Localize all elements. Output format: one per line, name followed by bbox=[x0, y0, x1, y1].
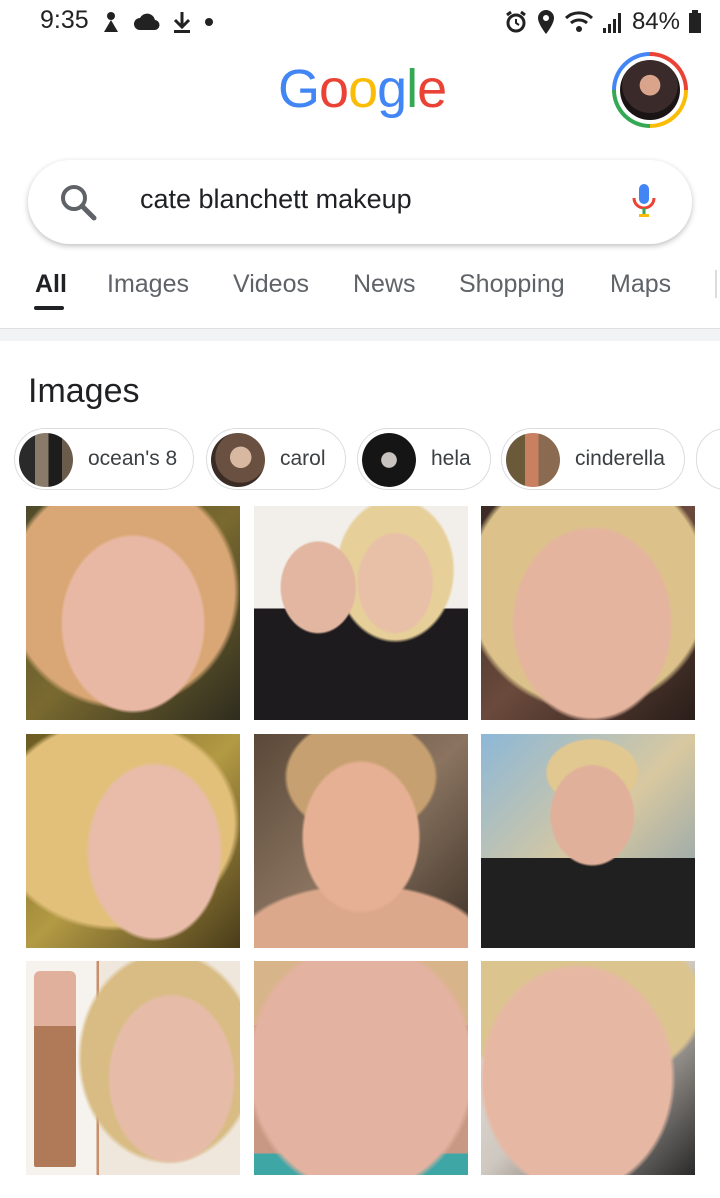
avatar-photo bbox=[620, 60, 680, 120]
search-tabs: All Images Videos News Shopping Maps bbox=[0, 256, 720, 326]
google-logo-letter: e bbox=[417, 59, 447, 119]
image-result[interactable] bbox=[26, 961, 240, 1175]
image-result[interactable] bbox=[254, 506, 468, 720]
chip-oceans-8[interactable]: ocean's 8 bbox=[14, 428, 194, 490]
google-logo-letter: o bbox=[348, 59, 378, 119]
chip-thumbnail bbox=[362, 433, 416, 487]
tab-images[interactable]: Images bbox=[107, 270, 189, 299]
tab-shopping[interactable]: Shopping bbox=[459, 270, 565, 299]
image-result[interactable] bbox=[481, 961, 695, 1175]
notification-icon bbox=[104, 12, 118, 32]
battery-icon bbox=[689, 10, 701, 33]
chip-partial[interactable] bbox=[696, 428, 720, 490]
refinement-chips: ocean's 8 carol hela cinderella bbox=[14, 428, 720, 492]
google-logo-letter: g bbox=[377, 59, 407, 119]
google-logo-letter: l bbox=[406, 59, 418, 119]
active-tab-indicator bbox=[34, 306, 64, 310]
search-icon[interactable] bbox=[58, 182, 98, 222]
download-icon bbox=[173, 12, 191, 33]
chip-label: carol bbox=[280, 447, 326, 470]
status-left-icons bbox=[100, 10, 214, 34]
chip-cinderella[interactable]: cinderella bbox=[501, 428, 685, 490]
signal-icon bbox=[602, 13, 621, 33]
image-result[interactable] bbox=[254, 734, 468, 948]
chip-carol[interactable]: carol bbox=[206, 428, 346, 490]
images-section-title: Images bbox=[28, 372, 140, 410]
tab-videos[interactable]: Videos bbox=[233, 270, 309, 299]
more-tabs-edge bbox=[715, 270, 717, 298]
wifi-icon bbox=[564, 11, 593, 32]
chip-hela[interactable]: hela bbox=[357, 428, 491, 490]
search-query[interactable]: cate blanchett makeup bbox=[140, 184, 412, 215]
image-result[interactable] bbox=[26, 734, 240, 948]
microphone-icon[interactable] bbox=[630, 182, 658, 222]
location-icon bbox=[537, 10, 554, 34]
section-divider bbox=[0, 328, 720, 341]
tab-all[interactable]: All bbox=[35, 270, 67, 299]
chip-label: cinderella bbox=[575, 447, 665, 470]
alarm-icon bbox=[506, 10, 526, 33]
google-logo-letter: G bbox=[278, 59, 320, 119]
tab-news[interactable]: News bbox=[353, 270, 416, 299]
dot-icon bbox=[205, 18, 213, 26]
google-logo-letter: o bbox=[319, 59, 349, 119]
search-box[interactable]: cate blanchett makeup bbox=[28, 160, 692, 244]
image-result[interactable] bbox=[481, 734, 695, 948]
status-bar: 9:35 84% bbox=[0, 0, 720, 44]
battery-percentage: 84% bbox=[631, 8, 680, 35]
image-result[interactable] bbox=[254, 961, 468, 1175]
cloud-icon bbox=[134, 13, 160, 31]
tab-maps[interactable]: Maps bbox=[610, 270, 671, 299]
status-right: 84% bbox=[504, 8, 702, 36]
lipstick-graphic bbox=[34, 971, 76, 1167]
chip-label: hela bbox=[431, 447, 471, 470]
status-time: 9:35 bbox=[40, 6, 89, 34]
image-result[interactable] bbox=[481, 506, 695, 720]
image-result[interactable] bbox=[26, 506, 240, 720]
avatar-frame bbox=[616, 56, 684, 124]
google-logo[interactable]: Google bbox=[278, 58, 447, 120]
chip-thumbnail bbox=[506, 433, 560, 487]
chip-thumbnail bbox=[211, 433, 265, 487]
account-avatar[interactable] bbox=[612, 52, 688, 128]
chip-thumbnail bbox=[19, 433, 73, 487]
chip-label: ocean's 8 bbox=[88, 447, 178, 470]
